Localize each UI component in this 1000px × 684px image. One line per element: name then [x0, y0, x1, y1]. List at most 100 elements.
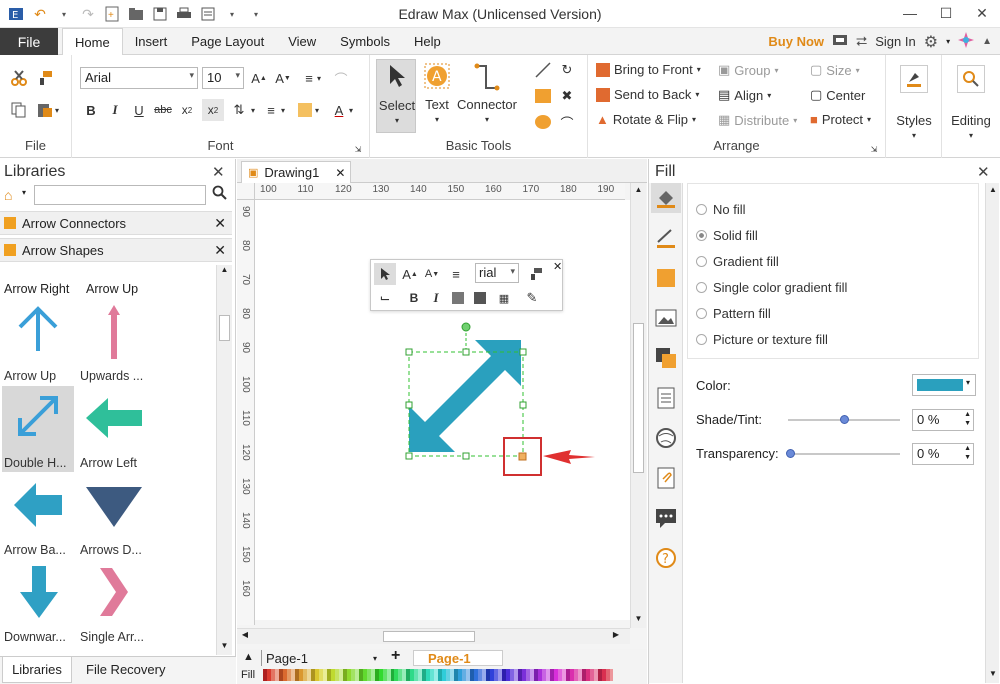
decrease-font-icon[interactable]: A ▼	[272, 67, 294, 89]
shape-single-arrow[interactable]: Single Arr...	[78, 560, 150, 646]
send-backward-icon[interactable]	[469, 287, 491, 309]
libraries-scroll-thumb[interactable]	[219, 315, 230, 341]
search-icon[interactable]	[212, 185, 228, 204]
home-dropdown-icon[interactable]: ▾	[22, 188, 26, 197]
file-menu-button[interactable]: File	[0, 28, 58, 55]
expand-up-icon[interactable]: ▲	[243, 651, 254, 663]
page-properties-icon[interactable]	[655, 387, 677, 412]
align-button[interactable]: ▤ Align ▾	[718, 87, 771, 103]
send-to-back-button[interactable]: Send to Back ▾	[596, 87, 699, 102]
rectangle-tool-icon[interactable]	[532, 85, 554, 107]
sign-in-link[interactable]: Sign In	[875, 34, 915, 49]
arc-tool-icon[interactable]: ↻	[556, 59, 578, 81]
align-dropdown-icon[interactable]: ▾	[314, 67, 324, 89]
text-arc-icon[interactable]: ⌒	[330, 67, 352, 89]
double-head-arrow-shape[interactable]	[409, 340, 521, 452]
format-painter-icon[interactable]	[525, 263, 547, 285]
resize-handle-top-right[interactable]	[519, 348, 527, 356]
close-mini-toolbar-icon[interactable]: ✕	[553, 260, 562, 273]
bring-to-front-button[interactable]: Bring to Front ▾	[596, 62, 701, 77]
increase-font-icon[interactable]: A ▲	[248, 67, 270, 89]
radio-no-fill[interactable]: No fill	[696, 202, 746, 217]
highlight-dropdown-icon[interactable]: ▾	[312, 99, 322, 121]
canvas-vscroll-thumb[interactable]	[633, 323, 644, 473]
shadow-icon[interactable]	[655, 267, 677, 292]
group-button[interactable]: ▣ Group ▾	[718, 62, 778, 78]
radio-solid-fill[interactable]: Solid fill	[696, 228, 758, 243]
tab-page-1[interactable]: Page-1	[413, 650, 503, 666]
spinner-arrows-icon[interactable]: ▲ ▼	[964, 410, 971, 428]
shade-tint-spinner[interactable]: 0 % ▲ ▼	[912, 409, 974, 431]
gear-icon[interactable]: ⚙	[924, 32, 938, 52]
font-name-combo[interactable]: Arial ▾	[80, 67, 198, 89]
shape-downward-arrow[interactable]: Downwar...	[2, 560, 74, 646]
scroll-right-icon[interactable]: ▶	[610, 630, 622, 644]
close-tab-icon[interactable]: ✕	[335, 166, 345, 180]
library-search-input[interactable]	[34, 185, 206, 205]
scroll-left-icon[interactable]: ◀	[239, 630, 251, 644]
tab-symbols[interactable]: Symbols	[328, 28, 402, 55]
bring-forward-icon[interactable]	[447, 287, 469, 309]
styles-button[interactable]: Styles ▾	[892, 59, 936, 149]
center-button[interactable]: ▢ Center	[810, 87, 865, 103]
tab-page-layout[interactable]: Page Layout	[179, 28, 276, 55]
line-style-icon[interactable]	[655, 227, 677, 252]
subscript-icon[interactable]: x2	[176, 99, 198, 121]
minimize-icon[interactable]: —	[892, 2, 928, 24]
rotate-flip-button[interactable]: ▲ Rotate & Flip ▾	[596, 112, 696, 127]
image-icon[interactable]	[655, 307, 677, 332]
italic-icon[interactable]: I	[104, 99, 126, 121]
text-tool-button[interactable]: A Text ▾	[420, 59, 454, 133]
connector-style-icon[interactable]: ⌙	[374, 287, 396, 309]
connector-tool-button[interactable]: Connector ▾	[456, 59, 518, 133]
canvas-horizontal-scrollbar[interactable]: ◀ ▶	[237, 628, 630, 644]
collapse-ribbon-icon[interactable]: ▲	[982, 36, 992, 47]
cut-icon[interactable]	[8, 67, 30, 89]
canvas-hscroll-thumb[interactable]	[383, 631, 475, 642]
resize-handle-bottom[interactable]	[462, 452, 470, 460]
resize-handle-bottom-right[interactable]	[518, 452, 527, 461]
radio-single-color-gradient-fill[interactable]: Single color gradient fill	[696, 280, 847, 295]
tab-help[interactable]: Help	[402, 28, 453, 55]
line-spacing-icon[interactable]: ⇅	[228, 99, 250, 121]
scroll-down-icon[interactable]: ▼	[217, 641, 232, 655]
font-size-combo[interactable]: 10 ▾	[202, 67, 244, 89]
share-icon[interactable]: ⮂	[856, 33, 867, 50]
mini-font-combo[interactable]: rial ▾	[475, 263, 519, 283]
tab-insert[interactable]: Insert	[123, 28, 180, 55]
superscript-icon[interactable]: x2	[202, 99, 224, 121]
shape-arrow-up[interactable]: Arrow Up	[2, 299, 74, 385]
tab-view[interactable]: View	[276, 28, 328, 55]
tab-libraries[interactable]: Libraries	[2, 657, 72, 683]
scroll-up-icon[interactable]: ▲	[217, 265, 232, 279]
underline-icon[interactable]: U	[128, 99, 150, 121]
font-color-dropdown-icon[interactable]: ▾	[346, 99, 356, 121]
shade-tint-slider-thumb[interactable]	[840, 415, 849, 424]
resize-handle-right[interactable]	[519, 401, 527, 409]
tab-drawing1[interactable]: ▣ Drawing1 ✕	[241, 161, 351, 183]
scroll-down-icon[interactable]: ▼	[631, 614, 646, 626]
decrease-font-icon[interactable]: A ▼	[421, 263, 443, 285]
cross-tool-icon[interactable]: ✖	[556, 85, 578, 107]
select-tool-button[interactable]: Select ▾	[376, 59, 416, 133]
layers-icon[interactable]	[655, 347, 677, 372]
crop-tool-icon[interactable]: ⌒	[556, 111, 578, 133]
close-libraries-icon[interactable]: ✕	[212, 163, 225, 181]
paste-dropdown-icon[interactable]: ▾	[52, 99, 62, 121]
radio-gradient-fill[interactable]: Gradient fill	[696, 254, 779, 269]
fill-panel-scrollbar[interactable]: ▲ ▼	[985, 183, 999, 683]
size-button[interactable]: ▢ Size ▾	[810, 62, 860, 78]
distribute-button[interactable]: ▦ Distribute ▾	[718, 112, 797, 128]
close-section-icon[interactable]: ✕	[214, 215, 226, 232]
scroll-up-icon[interactable]: ▲	[986, 185, 1000, 197]
library-section-arrow-shapes[interactable]: Arrow Shapes ✕	[0, 238, 232, 262]
add-page-icon[interactable]: +	[391, 647, 400, 665]
copy-icon[interactable]	[8, 99, 30, 121]
shade-tint-slider[interactable]	[788, 415, 900, 424]
editing-button[interactable]: Editing ▾	[946, 59, 996, 149]
tab-file-recovery[interactable]: File Recovery	[86, 662, 165, 677]
maximize-icon[interactable]: ☐	[928, 2, 964, 24]
color-picker[interactable]: ▾	[912, 374, 976, 396]
transparency-spinner[interactable]: 0 % ▲ ▼	[912, 443, 974, 465]
shape-arrow-left[interactable]: Arrow Left	[78, 386, 150, 472]
